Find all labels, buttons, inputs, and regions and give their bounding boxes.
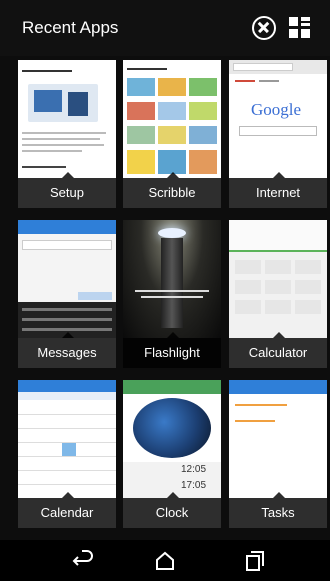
app-card-tasks[interactable]: Tasks: [229, 380, 327, 528]
grid-view-icon[interactable]: [289, 17, 311, 39]
app-card-flashlight[interactable]: Flashlight: [123, 220, 221, 368]
back-icon[interactable]: [70, 548, 96, 574]
internet-thumbnail: Google: [229, 60, 327, 178]
flashlight-thumbnail: [123, 220, 221, 338]
app-label-setup: Setup: [18, 172, 116, 208]
scribble-thumbnail: [123, 60, 221, 178]
app-label-flashlight: Flashlight: [123, 332, 221, 368]
app-label-messages: Messages: [18, 332, 116, 368]
clock-time-2: 17:05: [181, 480, 207, 491]
home-icon[interactable]: [152, 548, 178, 574]
app-card-messages[interactable]: Messages: [18, 220, 116, 368]
messages-thumbnail: [18, 220, 116, 338]
recent-apps-grid: Setup Scribble Google Internet Messages …: [0, 56, 330, 540]
app-label-calendar: Calendar: [18, 492, 116, 528]
app-card-internet[interactable]: Google Internet: [229, 60, 327, 208]
calendar-thumbnail: [18, 380, 116, 498]
setup-thumbnail: [18, 60, 116, 178]
recent-apps-screen: Recent Apps Setup Scribble Google Intern…: [0, 0, 330, 581]
app-card-setup[interactable]: Setup: [18, 60, 116, 208]
header-bar: Recent Apps: [0, 0, 330, 56]
close-all-icon[interactable]: [252, 16, 276, 40]
google-logo-text: Google: [251, 100, 302, 119]
app-label-calculator: Calculator: [229, 332, 327, 368]
navigation-bar: [0, 540, 330, 581]
recents-icon[interactable]: [242, 548, 268, 574]
app-label-clock: Clock: [123, 492, 221, 528]
app-card-calendar[interactable]: Calendar: [18, 380, 116, 528]
clock-thumbnail: 12:05 17:05: [123, 380, 221, 498]
app-card-scribble[interactable]: Scribble: [123, 60, 221, 208]
page-title: Recent Apps: [22, 18, 119, 37]
app-label-internet: Internet: [229, 172, 327, 208]
clock-time-1: 12:05: [181, 464, 207, 475]
app-label-tasks: Tasks: [229, 492, 327, 528]
tasks-thumbnail: [229, 380, 327, 498]
app-card-clock[interactable]: 12:05 17:05 Clock: [123, 380, 221, 528]
app-label-scribble: Scribble: [123, 172, 221, 208]
app-card-calculator[interactable]: Calculator: [229, 220, 327, 368]
calculator-thumbnail: [229, 220, 327, 338]
